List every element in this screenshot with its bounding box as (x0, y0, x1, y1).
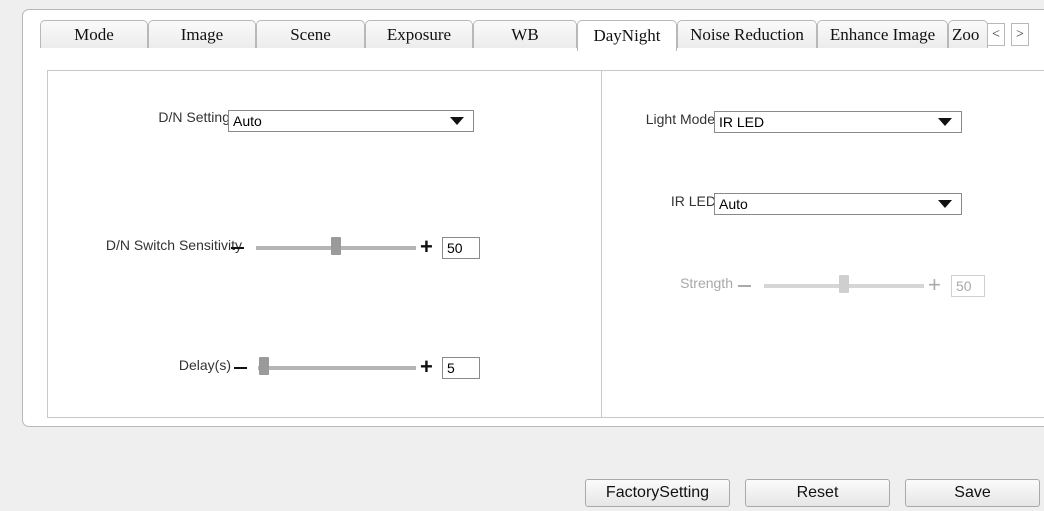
caret-down-icon (450, 117, 464, 125)
ir-led-label: IR LED (670, 193, 716, 209)
tab-exposure[interactable]: Exposure (365, 20, 473, 48)
strength-input: 50 (951, 275, 985, 297)
dn-setting-label: D/N Setting (158, 109, 230, 125)
ir-led-value: Auto (719, 196, 748, 212)
sensitivity-label: D/N Switch Sensitivity (105, 237, 242, 253)
tab-bar: Mode Image Scene Exposure WB DayNight No… (23, 10, 1044, 51)
light-mode-select[interactable]: IR LED (714, 111, 962, 133)
column-divider (601, 71, 602, 417)
sensitivity-slider-thumb[interactable] (331, 237, 341, 255)
sensitivity-input[interactable]: 50 (442, 237, 480, 259)
factory-setting-button[interactable]: FactorySetting (585, 479, 730, 507)
plus-icon[interactable]: + (420, 356, 433, 378)
delay-label: Delay(s) (178, 357, 231, 373)
minus-icon[interactable] (234, 367, 247, 369)
caret-down-icon (938, 118, 952, 126)
save-button[interactable]: Save (905, 479, 1040, 507)
tab-mode[interactable]: Mode (40, 20, 148, 48)
tab-zoom[interactable]: Zoo (948, 20, 988, 48)
dn-setting-select[interactable]: Auto (228, 110, 474, 132)
reset-button[interactable]: Reset (745, 479, 890, 507)
settings-panel: Mode Image Scene Exposure WB DayNight No… (22, 9, 1044, 427)
strength-slider-thumb (839, 275, 849, 293)
ir-led-select[interactable]: Auto (714, 193, 962, 215)
delay-slider-thumb[interactable] (259, 357, 269, 375)
delay-slider-track[interactable] (258, 366, 416, 370)
dn-setting-value: Auto (233, 113, 262, 129)
tab-image[interactable]: Image (148, 20, 256, 48)
tab-scroll-left-button[interactable]: < (987, 23, 1005, 46)
plus-icon: + (928, 272, 941, 297)
delay-input[interactable]: 5 (442, 357, 480, 379)
tab-scroll-right-button[interactable]: > (1011, 23, 1029, 46)
tab-scene[interactable]: Scene (256, 20, 365, 48)
caret-down-icon (938, 200, 952, 208)
strength-label: Strength (680, 275, 733, 291)
minus-icon (738, 285, 751, 287)
light-mode-label: Light Mode (645, 111, 715, 127)
tab-noise-reduction[interactable]: Noise Reduction (677, 20, 817, 48)
daynight-settings: D/N Setting Auto D/N Switch Sensitivity … (47, 70, 1044, 418)
tab-enhance-image[interactable]: Enhance Image (817, 20, 948, 48)
tab-daynight[interactable]: DayNight (577, 20, 677, 51)
light-mode-value: IR LED (719, 114, 765, 130)
tab-wb[interactable]: WB (473, 20, 577, 48)
minus-icon[interactable] (231, 247, 244, 249)
plus-icon[interactable]: + (420, 236, 433, 258)
